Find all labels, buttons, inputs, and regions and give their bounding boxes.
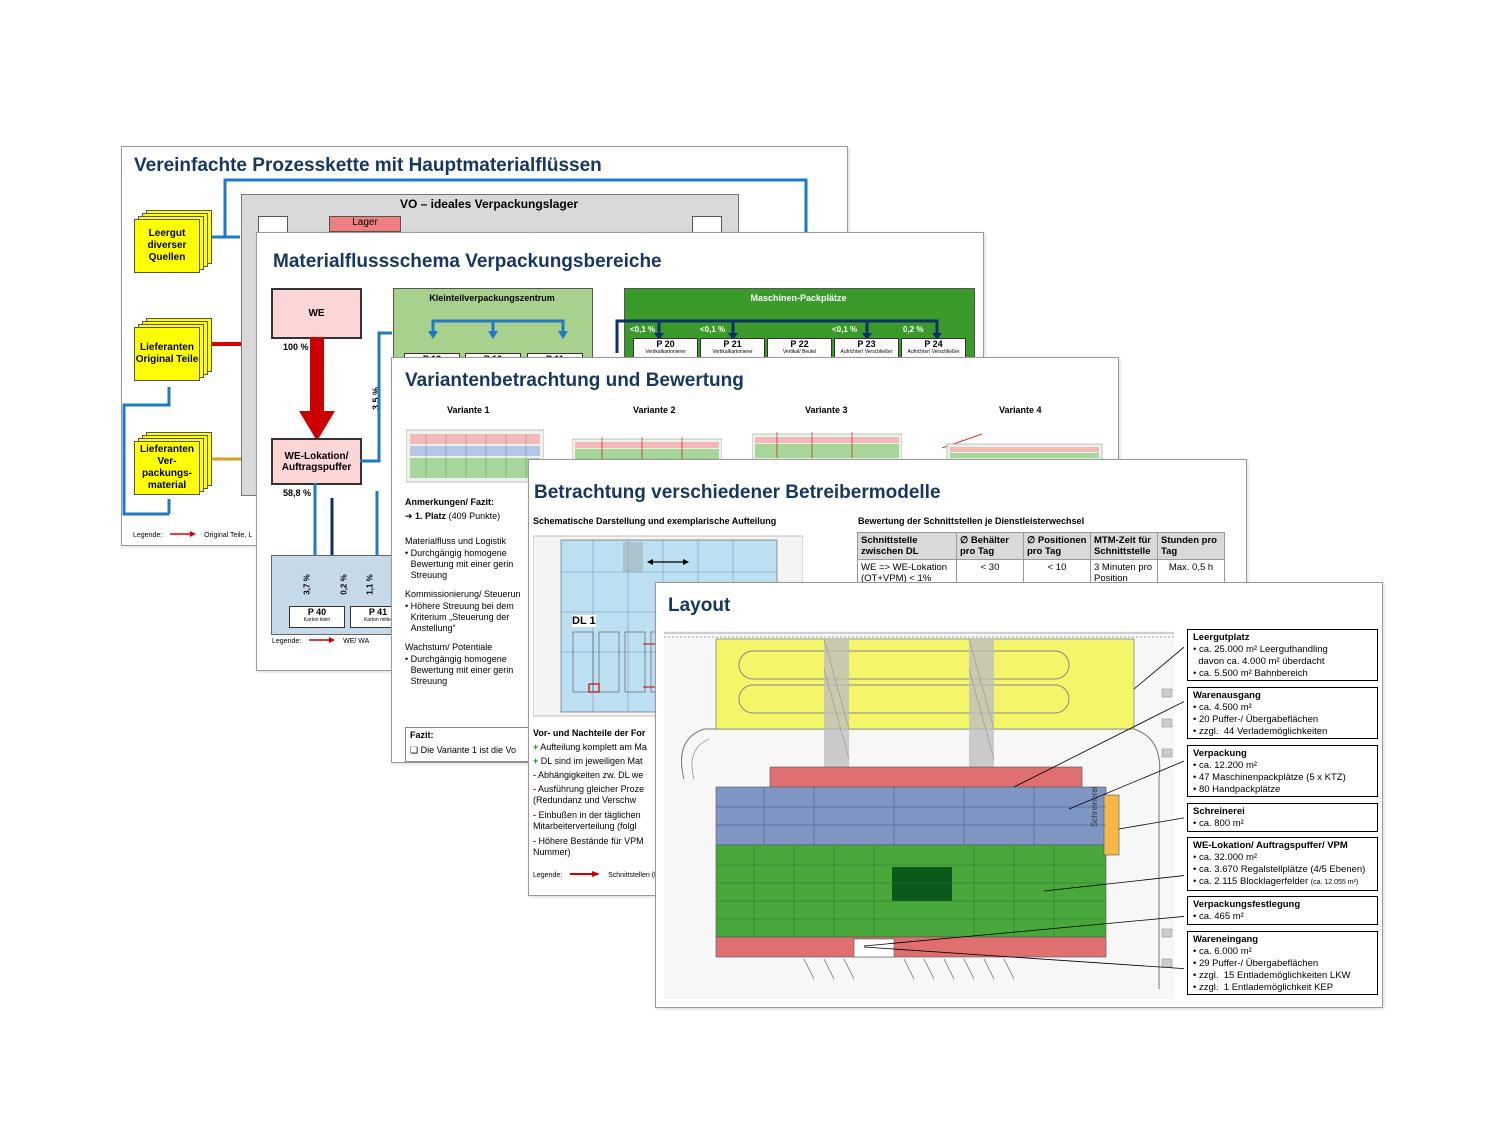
slide-layout[interactable]: Layout Schreinerei Leergutplatz • ca. 25… — [655, 582, 1383, 1008]
maschinen-pct-4: 0,2 % — [903, 325, 924, 334]
maschinen-pct-2: <0,1 % — [700, 325, 726, 334]
info-verpackungsfestlegung: Verpackungsfestlegung • ca. 465 m² — [1187, 896, 1378, 925]
left-heading: Schematische Darstellung und exemplarisc… — [533, 516, 777, 526]
table-header-positionen: ∅ Positionen pro Tag — [1023, 532, 1091, 560]
bottom-box-p40: P 40 Karton klein — [289, 606, 345, 628]
schnittstellen-table: Schnittstelle zwischen DL ∅ Behälter pro… — [857, 532, 1225, 587]
vn-item-3: - Abhängigkeiten zw. DL we — [533, 770, 644, 780]
variant-label-4: Variante 4 — [999, 405, 1042, 415]
vn-item-6: - Höhere Bestände für VPM Nummer) — [533, 836, 644, 857]
table-header-schnittstelle: Schnittstelle zwischen DL — [857, 532, 957, 560]
lager-label: Lager — [329, 216, 401, 232]
slide-title: Variantenbetrachtung und Bewertung — [405, 370, 744, 391]
legend: Legende: Schnittstellen (F — [533, 871, 659, 879]
info-verpackung: Verpackung • ca. 12.200 m² • 47 Maschine… — [1187, 745, 1378, 797]
section3-title: Wachstum/ Potentiale — [405, 642, 493, 652]
table-header-mtm: MTM-Zeit für Schnittstelle — [1090, 532, 1158, 560]
variant-label-2: Variante 2 — [633, 405, 676, 415]
fazit-text: ❑ Die Variante 1 ist die Vo — [410, 745, 516, 755]
slide-title: Layout — [668, 595, 731, 616]
slide-title: Betrachtung verschiedener Betreibermodel… — [534, 482, 941, 503]
source-original-teile: Lieferanten Original Teile — [134, 318, 212, 381]
section2-title: Kommissionierung/ Steuerun — [405, 589, 521, 599]
info-warenausgang: Warenausgang • ca. 4.500 m² • 20 Puffer-… — [1187, 687, 1378, 739]
legend: Legende: Original Teile, L — [133, 531, 253, 539]
legend-red-arrow — [170, 531, 197, 537]
source-leergut: Leergut diverser Quellen — [134, 210, 212, 273]
bottom-pct-1: 3,7 % — [302, 574, 312, 595]
maschinen-title: Maschinen-Packplätze — [750, 293, 847, 303]
dl-label: DL 1 — [572, 615, 596, 627]
variant-drawing-4 — [942, 433, 1103, 461]
legend: Legende: WE/ WA — [272, 637, 370, 645]
info-leergutplatz: Leergutplatz • ca. 25.000 m² Leerguthand… — [1187, 629, 1378, 681]
table-header-stunden: Stunden pro Tag — [1157, 532, 1225, 560]
vn-item-4: - Ausführung gleicher Proze (Redundanz u… — [533, 784, 645, 805]
variant-drawing-3 — [752, 432, 902, 461]
variant-label-3: Variante 3 — [805, 405, 848, 415]
maschinen-pct-1: <0,1 % — [630, 325, 656, 334]
section1-title: Materialfluss und Logistik — [405, 536, 507, 546]
vn-item-2: + DL sind im jeweiligen Mat — [533, 756, 643, 766]
vn-item-1: + Aufteilung komplett am Ma — [533, 742, 647, 752]
section1-text: • Durchgängig homogene Bewertung mit ein… — [405, 548, 514, 580]
arrow-icon: ➔ — [405, 511, 416, 521]
fazit-title: Fazit: — [410, 730, 434, 740]
variant-label-1: Variante 1 — [447, 405, 490, 415]
info-schreinerei: Schreinerei • ca. 800 m² — [1187, 803, 1378, 832]
info-wareneingang: Wareneingang • ca. 6.000 m² • 29 Puffer-… — [1187, 931, 1378, 995]
kleinteil-title: Kleinteilverpackungszentrum — [429, 293, 555, 303]
variant-drawing-1 — [406, 429, 544, 483]
source-verpackungsmaterial: Lieferanten Ver-packungs-material — [134, 432, 212, 495]
legend-red-arrow — [309, 637, 336, 643]
section3-text: • Durchgängig homogene Bewertung mit ein… — [405, 654, 514, 686]
vor-nachteile-title: Vor- und Nachteile der For — [533, 728, 646, 738]
bottom-pct-2: 0,2 % — [339, 574, 349, 595]
section2-text: • Höhere Streuung bei dem Kriterium „Ste… — [405, 601, 514, 633]
maschinen-pct-3: <0,1 % — [832, 325, 858, 334]
ideal-lager-title: VO – ideales Verpackungslager — [399, 197, 579, 211]
right-heading: Bewertung der Schnittstellen je Dienstle… — [858, 516, 1085, 526]
info-we-lokation: WE-Lokation/ Auftragspuffer/ VPM • ca. 3… — [1187, 837, 1378, 891]
legend-red-arrow — [570, 871, 601, 877]
kleinteil-arrows — [428, 319, 568, 339]
bottom-pct-3: 1,1 % — [365, 574, 375, 595]
platz-line: ➔ 1. Platz (409 Punkte) — [405, 511, 501, 521]
anmerkungen-title: Anmerkungen/ Fazit: — [405, 497, 495, 507]
site-plan — [664, 631, 1184, 999]
table-header-behaelter: ∅ Behälter pro Tag — [956, 532, 1024, 560]
schreinerei-vertical-label: Schreinerei — [1090, 786, 1099, 827]
vn-item-5: - Einbußen in der täglichen Mitarbeiterv… — [533, 810, 641, 831]
